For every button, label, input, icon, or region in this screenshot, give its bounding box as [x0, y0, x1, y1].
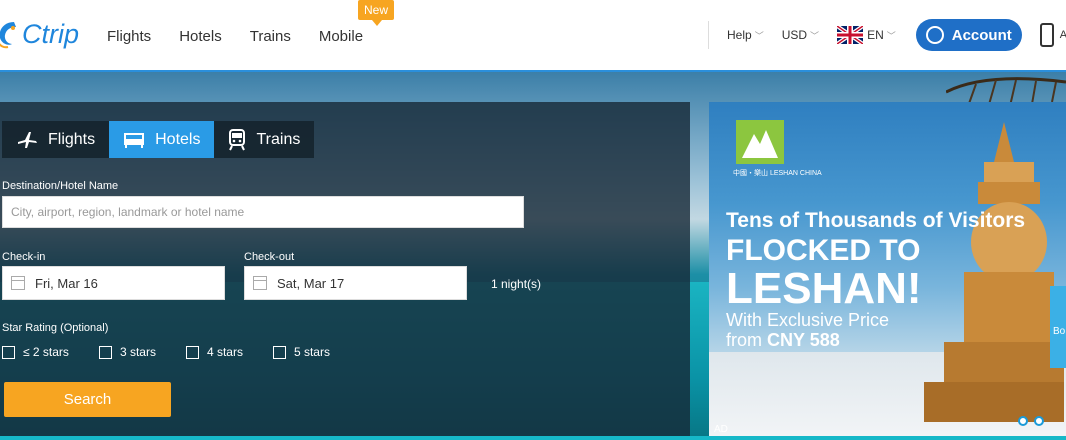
chevron-down-icon: ﹀ [754, 30, 764, 41]
currency-menu[interactable]: USD ﹀ [782, 28, 819, 42]
ad-headline-1: Tens of Thousands of Visitors [726, 209, 1026, 232]
uk-flag-icon [837, 26, 864, 44]
mobile-phone-icon[interactable] [1039, 23, 1054, 47]
utility-nav: Help ﹀ USD ﹀ EN ﹀ Account A [708, 0, 1066, 70]
carousel-dot[interactable] [1018, 416, 1028, 426]
bed-icon [124, 132, 145, 148]
nights-count: 1 night(s) [491, 277, 542, 291]
leshan-ad-banner[interactable]: 中國・樂山 LESHAN CHINA Tens of Thousands of … [709, 102, 1066, 440]
top-header: Ctrip Flights Hotels Trains Mobile New H… [0, 0, 1066, 72]
ad-price-line: from CNY 588 [726, 330, 840, 351]
ad-logo-text: 中國・樂山 LESHAN CHINA [733, 170, 822, 177]
train-icon [229, 128, 246, 150]
ctrip-logo[interactable]: Ctrip [0, 14, 79, 54]
star-option-5[interactable]: 5 stars [272, 345, 330, 359]
dolphin-logo-icon [0, 22, 16, 49]
nav-trains[interactable]: Trains [250, 28, 291, 45]
destination-label: Destination/Hotel Name [2, 180, 119, 192]
star-option-2[interactable]: ≤ 2 stars [2, 345, 69, 359]
checkout-input[interactable]: Sat, Mar 17 [244, 266, 467, 300]
chevron-down-icon: ﹀ [886, 30, 896, 41]
star-option-4[interactable]: 4 stars [185, 345, 243, 359]
checkout-label: Check-out [244, 251, 295, 263]
airplane-icon [18, 131, 37, 148]
star-option-label: ≤ 2 stars [23, 345, 69, 359]
search-tabs: Flights Hotels Trains [2, 121, 315, 158]
tab-trains[interactable]: Trains [214, 121, 315, 158]
star-option-label: 4 stars [206, 345, 243, 359]
checkbox[interactable] [98, 345, 112, 359]
checkin-value: Fri, Mar 16 [35, 275, 98, 291]
nav-flights[interactable]: Flights [107, 28, 151, 45]
checkbox[interactable] [2, 345, 15, 359]
ad-price: CNY 588 [767, 330, 840, 350]
calendar-icon [253, 276, 267, 290]
tab-flights[interactable]: Flights [2, 121, 110, 158]
hero-background: Flights Hotels Trains Destination/Hotel … [0, 72, 1066, 440]
search-panel: Flights Hotels Trains Destination/Hotel … [0, 102, 690, 440]
checkin-input[interactable]: Fri, Mar 16 [2, 266, 225, 300]
app-label[interactable]: A [1060, 29, 1066, 41]
new-badge: New [358, 0, 395, 26]
user-icon [925, 26, 944, 44]
star-rating-options: ≤ 2 stars 3 stars 4 stars 5 stars [2, 345, 360, 359]
checkin-label: Check-in [2, 251, 46, 263]
checkbox[interactable] [185, 345, 199, 359]
logo-text: Ctrip [22, 18, 80, 49]
ad-headline-3: LESHAN! [726, 264, 922, 313]
help-label: Help [727, 28, 752, 42]
ad-price-prefix: from [726, 330, 768, 350]
language-label: EN [867, 28, 884, 42]
carousel-dots [1018, 416, 1044, 426]
checkbox[interactable] [272, 345, 286, 359]
destination-input[interactable]: City, airport, region, landmark or hotel… [2, 196, 524, 228]
mountain-icon [742, 130, 778, 158]
side-feedback-tab[interactable]: Bo [1050, 286, 1066, 368]
tab-hotels[interactable]: Hotels [109, 121, 215, 158]
ad-tag: AD [714, 424, 728, 435]
star-rating-label: Star Rating (Optional) [2, 322, 109, 334]
tab-hotels-label: Hotels [155, 130, 201, 148]
nav-mobile[interactable]: Mobile [319, 28, 363, 45]
ad-headline-2: FLOCKED TO [726, 234, 921, 267]
nav-hotels[interactable]: Hotels [179, 28, 222, 45]
destination-placeholder: City, airport, region, landmark or hotel… [11, 205, 245, 219]
star-option-3[interactable]: 3 stars [98, 345, 156, 359]
tab-trains-label: Trains [256, 130, 301, 148]
ad-subline: With Exclusive Price [726, 310, 890, 330]
carousel-dot[interactable] [1034, 416, 1044, 426]
help-menu[interactable]: Help ﹀ [727, 28, 764, 42]
star-option-label: 5 stars [293, 345, 330, 359]
main-nav: Flights Hotels Trains Mobile [107, 28, 391, 45]
language-menu[interactable]: EN ﹀ [837, 26, 896, 44]
checkout-value: Sat, Mar 17 [277, 275, 345, 291]
currency-label: USD [781, 28, 808, 42]
side-tab-label: Bo [1053, 326, 1066, 337]
leshan-logo-icon [736, 120, 784, 164]
search-button[interactable]: Search [4, 382, 171, 417]
bottom-accent-bar [0, 436, 1066, 440]
chevron-down-icon: ﹀ [810, 30, 820, 41]
nav-divider [708, 21, 709, 49]
account-button[interactable]: Account [915, 19, 1022, 51]
calendar-icon [11, 276, 25, 290]
tab-flights-label: Flights [48, 130, 96, 148]
star-option-label: 3 stars [119, 345, 156, 359]
buddha-statue-image [924, 122, 1064, 422]
account-label: Account [951, 26, 1012, 44]
